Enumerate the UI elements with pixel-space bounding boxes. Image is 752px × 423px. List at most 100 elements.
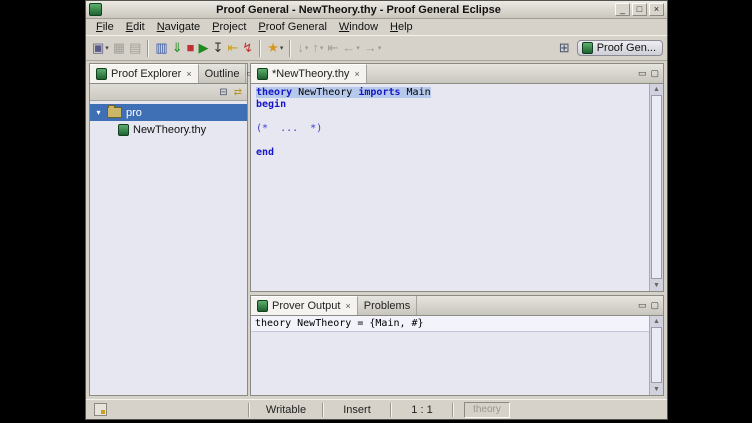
menu-window[interactable]: Window [333, 21, 384, 33]
next-step-icon: ▶ [198, 38, 208, 58]
next-annotation-button: ↓▾ [295, 38, 310, 58]
main-toolbar: ▣▾▦▤▥⇓■▶↧⇤↯★▾↓▾↑▾⇤←▾→▾ ⊞ Proof Gen... [86, 35, 667, 61]
tree-row-project[interactable]: ▾ pro [90, 104, 247, 121]
keyword-begin: begin [256, 99, 286, 110]
run-external-tools-button[interactable]: ★▾ [265, 38, 285, 58]
menu-bar: File Edit Navigate Project Proof General… [86, 19, 667, 35]
menu-help[interactable]: Help [384, 21, 419, 33]
dropdown-arrow-icon[interactable]: ▾ [105, 44, 109, 52]
dropdown-arrow-icon[interactable]: ▾ [356, 44, 360, 52]
next-step-button[interactable]: ▶ [196, 38, 210, 58]
writable-status: Writable [250, 400, 322, 419]
save-icon: ▦ [113, 38, 125, 58]
scroll-down-icon[interactable]: ▼ [653, 384, 660, 395]
scrollbar-thumb[interactable] [651, 95, 662, 279]
tab-label: *NewTheory.thy [272, 68, 349, 80]
tab-newtheory-editor[interactable]: *NewTheory.thy × [251, 64, 367, 83]
menu-project[interactable]: Project [206, 21, 252, 33]
fast-view-icon[interactable] [94, 403, 107, 416]
code-line-5 [256, 135, 649, 147]
menu-edit[interactable]: Edit [120, 21, 151, 33]
stop-button[interactable]: ■ [185, 38, 197, 58]
maximize-view-icon[interactable]: ▢ [650, 68, 659, 79]
new-wizard-button[interactable]: ▣▾ [90, 38, 111, 58]
explorer-tab-row: Proof Explorer × Outline ▭ ▢ [90, 64, 247, 84]
status-bar: Writable Insert 1 : 1 theory [86, 399, 667, 419]
collapse-all-icon[interactable]: ⊟ [219, 87, 227, 98]
keyword-imports: imports [358, 87, 400, 98]
dropdown-arrow-icon[interactable]: ▾ [320, 44, 324, 52]
goto-end-button[interactable]: ⇓ [170, 38, 185, 58]
run-external-tools-icon: ★ [267, 38, 279, 58]
interrupt-icon: ↯ [242, 38, 253, 58]
tab-prover-output[interactable]: Prover Output × [251, 296, 358, 315]
tab-problems[interactable]: Problems [358, 296, 417, 315]
minimize-view-icon[interactable]: ▭ [638, 300, 647, 311]
prover-state-button: theory [464, 402, 510, 418]
console-tab-row: Prover Output × Problems ▭ ▢ [251, 296, 663, 316]
identifier: NewTheory [292, 87, 358, 98]
keyword-theory: theory [256, 87, 292, 98]
menu-proof-general[interactable]: Proof General [252, 21, 333, 33]
print-button: ▤ [127, 38, 143, 58]
prev-annotation-button: ↑▾ [310, 38, 325, 58]
project-label: pro [126, 107, 142, 119]
scroll-up-icon[interactable]: ▲ [653, 84, 660, 95]
statusbar-lead [86, 403, 248, 416]
dropdown-arrow-icon[interactable]: ▾ [305, 44, 309, 52]
open-perspective-button[interactable]: ⊞ [557, 38, 572, 58]
menu-navigate[interactable]: Navigate [151, 21, 206, 33]
prev-annotation-icon: ↑ [312, 38, 319, 58]
console-body: theory NewTheory = {Main, #} ▲ ▼ [251, 316, 663, 395]
menu-file[interactable]: File [90, 21, 120, 33]
code-line-4: (* ... *) [256, 123, 649, 135]
dropdown-arrow-icon[interactable]: ▾ [280, 44, 284, 52]
prover-output-text-area[interactable]: theory NewTheory = {Main, #} [251, 316, 649, 395]
close-tab-icon[interactable]: × [186, 69, 191, 79]
maximize-view-icon[interactable]: ▢ [650, 300, 659, 311]
tree-row-file[interactable]: NewTheory.thy [90, 121, 247, 138]
close-tab-icon[interactable]: × [354, 69, 359, 79]
statusbar-separator [452, 403, 454, 417]
caret-position-status: 1 : 1 [392, 400, 452, 419]
theory-file-icon [257, 68, 268, 80]
tab-proof-explorer[interactable]: Proof Explorer × [90, 64, 199, 83]
save-button: ▦ [111, 38, 127, 58]
back-button: ←▾ [340, 38, 362, 58]
goto-cursor-icon: ↧ [212, 38, 223, 58]
tab-label: Problems [364, 300, 410, 312]
dropdown-arrow-icon[interactable]: ▾ [378, 44, 382, 52]
editor-scrollbar[interactable]: ▲ ▼ [649, 84, 663, 291]
title-bar: Proof General - NewTheory.thy - Proof Ge… [86, 1, 667, 19]
window-title: Proof General - NewTheory.thy - Proof Ge… [102, 4, 615, 16]
undo-step-button[interactable]: ⇤ [225, 38, 240, 58]
goto-cursor-button[interactable]: ↧ [210, 38, 225, 58]
close-button[interactable]: × [649, 3, 664, 16]
console-scrollbar[interactable]: ▲ ▼ [649, 316, 663, 395]
interrupt-button[interactable]: ↯ [240, 38, 255, 58]
forward-icon: → [364, 38, 377, 58]
scroll-up-icon[interactable]: ▲ [653, 316, 660, 327]
minimize-button[interactable]: _ [615, 3, 630, 16]
selected-text: theory NewTheory imports Main [256, 87, 431, 98]
link-with-editor-icon[interactable]: ⇄ [234, 87, 242, 98]
close-tab-icon[interactable]: × [345, 301, 350, 311]
disclosure-icon[interactable]: ▾ [94, 108, 103, 117]
perspective-proof-general[interactable]: Proof Gen... [577, 40, 663, 56]
code-area[interactable]: theory NewTheory imports Main begin (* .… [251, 84, 649, 291]
keyword-end: end [256, 147, 274, 158]
tab-outline[interactable]: Outline [199, 64, 247, 83]
comment-text: (* ... *) [256, 123, 322, 134]
maximize-button[interactable]: □ [632, 3, 647, 16]
scroll-down-icon[interactable]: ▼ [653, 280, 660, 291]
scrollbar-thumb[interactable] [651, 327, 662, 383]
code-line-3 [256, 111, 649, 123]
tab-spacer [417, 296, 638, 315]
perspective-label: Proof Gen... [597, 42, 656, 54]
code-line-6: end [256, 147, 649, 159]
toggle-scripting-button[interactable]: ▥ [153, 38, 169, 58]
minimize-view-icon[interactable]: ▭ [638, 68, 647, 79]
app-icon [89, 3, 102, 16]
proof-general-perspective-icon [582, 42, 593, 54]
workbench-area: Proof Explorer × Outline ▭ ▢ ⊟ ⇄ ▾ [86, 61, 667, 399]
